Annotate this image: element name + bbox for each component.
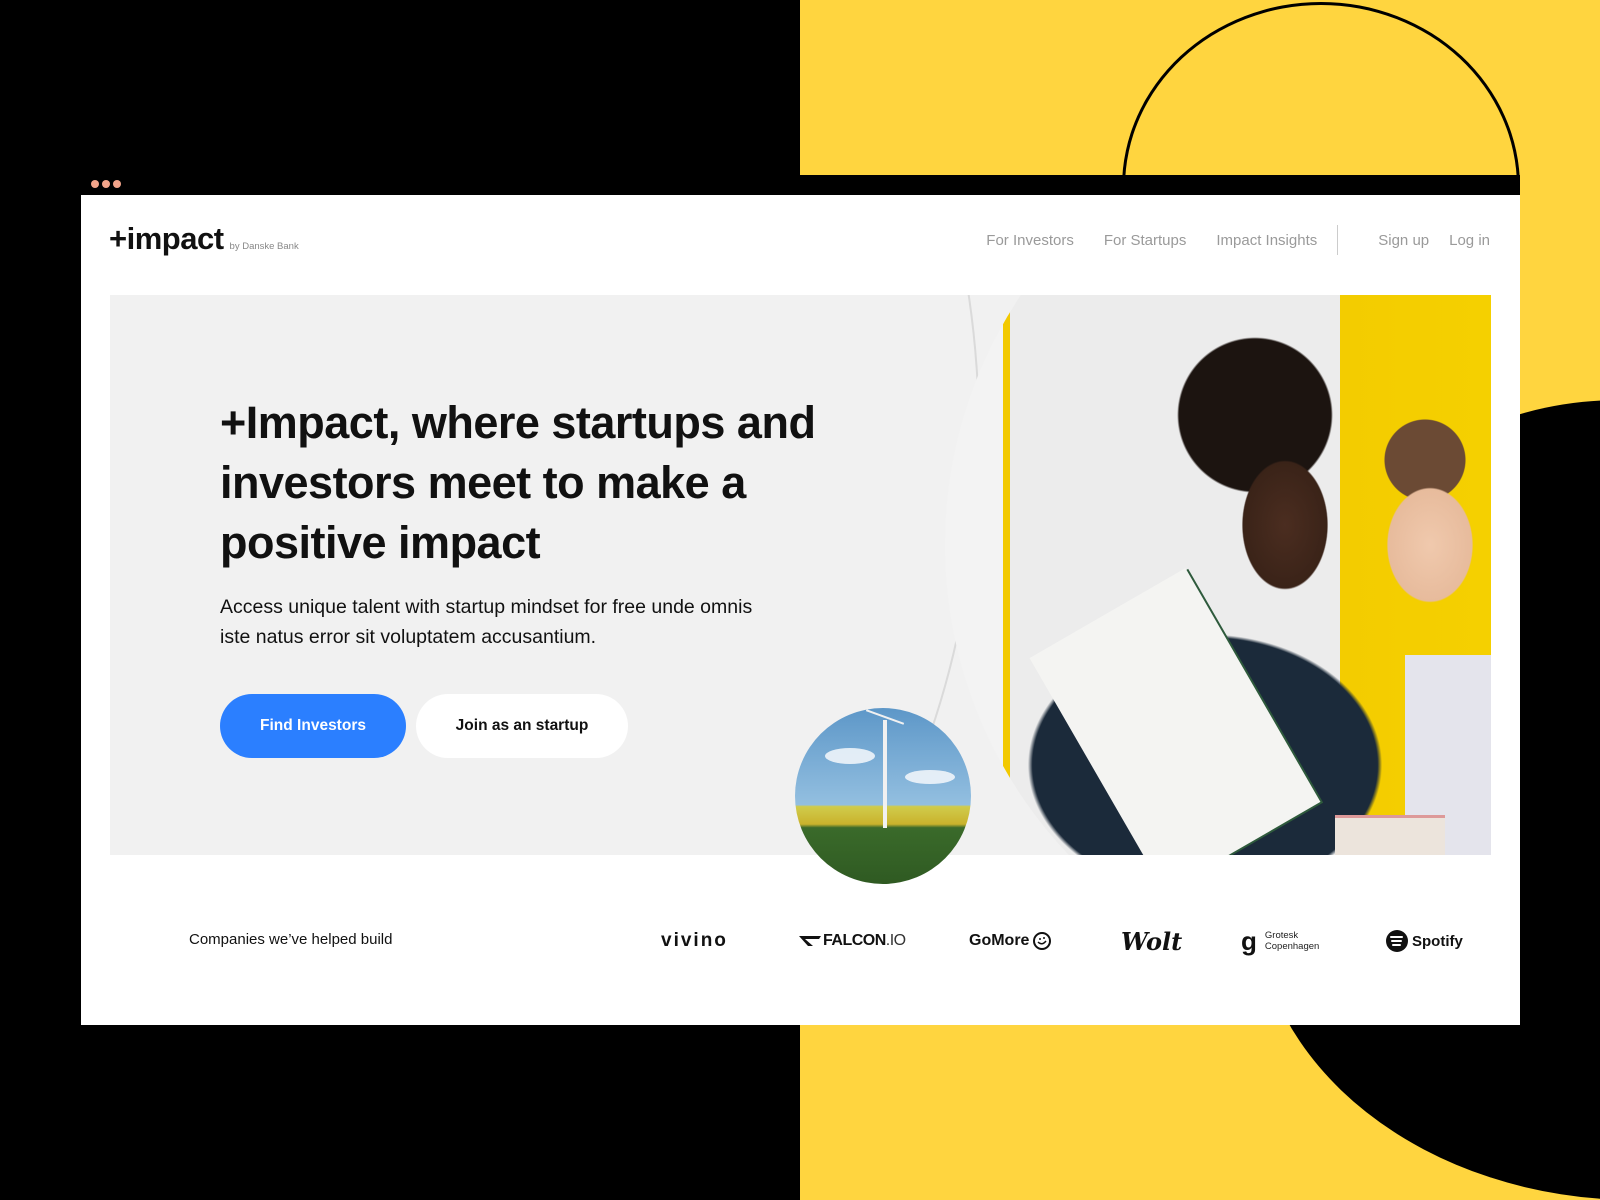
web-page: +impact by Danske Bank For Investors For…: [81, 195, 1520, 1025]
site-logo[interactable]: +impact by Danske Bank: [109, 221, 299, 257]
sign-up-link[interactable]: Sign up: [1378, 232, 1429, 249]
window-titlebar: [81, 175, 1520, 195]
logo-wordmark: +impact: [109, 221, 224, 256]
spotify-logo[interactable]: Spotify: [1386, 921, 1463, 961]
companies-strip: Companies we’ve helped build vivino FALC…: [189, 921, 1471, 961]
smiley-icon: [1033, 932, 1052, 950]
main-nav: For Investors For Startups Impact Insigh…: [986, 225, 1490, 255]
turbine-tower: [883, 720, 887, 828]
grotesk-glyph-icon: g: [1241, 925, 1257, 956]
background-black-curve: [1255, 1000, 1600, 1200]
photo-paper-sheet: [1029, 568, 1321, 855]
photo-cloud: [825, 748, 875, 764]
wolt-wordmark: Wolt: [1121, 926, 1183, 956]
find-investors-button[interactable]: Find Investors: [220, 694, 406, 758]
grotesk-line2: Copenhagen: [1264, 941, 1320, 952]
vivino-logo[interactable]: vivino: [661, 921, 728, 961]
photo-scene: [945, 295, 1491, 855]
grotesk-wordmark: Grotesk Copenhagen: [1265, 930, 1319, 952]
companies-label: Companies we’ve helped build: [189, 931, 393, 948]
spotify-wordmark: Spotify: [1412, 932, 1463, 950]
join-as-startup-button[interactable]: Join as an startup: [416, 694, 628, 758]
falcon-suffix: .IO: [885, 932, 906, 949]
window-controls: [91, 180, 121, 188]
hero-subtext: Access unique talent with startup mindse…: [220, 596, 753, 648]
wind-turbine-photo: [795, 708, 971, 884]
window-dot-icon[interactable]: [91, 180, 99, 188]
vivino-wordmark: vivino: [661, 930, 728, 951]
falcon-wordmark: FALCON: [823, 932, 886, 949]
gomore-wordmark: GoMore: [969, 932, 1030, 949]
nav-for-startups[interactable]: For Startups: [1104, 232, 1187, 249]
photo-cloud: [905, 770, 955, 784]
spotify-icon: [1386, 930, 1408, 952]
background-yellow-bottom-panel: [800, 1000, 1600, 1200]
people-meeting-photo: [945, 295, 1491, 855]
nav-divider: [1337, 225, 1339, 255]
window-dot-icon[interactable]: [113, 180, 121, 188]
grotesk-line1: Grotesk: [1264, 930, 1299, 941]
photo-cup: [1335, 815, 1445, 855]
gomore-logo[interactable]: GoMore: [969, 921, 1052, 961]
window-dot-icon[interactable]: [102, 180, 110, 188]
nav-impact-insights[interactable]: Impact Insights: [1216, 232, 1317, 249]
falcon-wing-icon: [799, 936, 821, 946]
logo-byline: by Danske Bank: [229, 241, 299, 252]
wolt-logo[interactable]: Wolt: [1121, 921, 1182, 961]
hero-headline: +Impact, where startups and investors me…: [220, 397, 816, 568]
browser-window: +impact by Danske Bank For Investors For…: [81, 175, 1520, 1025]
nav-for-investors[interactable]: For Investors: [986, 232, 1074, 249]
grotesk-logo[interactable]: g Grotesk Copenhagen: [1241, 921, 1319, 961]
log-in-link[interactable]: Log in: [1449, 232, 1490, 249]
falcon-logo[interactable]: FALCON .IO: [799, 921, 906, 961]
